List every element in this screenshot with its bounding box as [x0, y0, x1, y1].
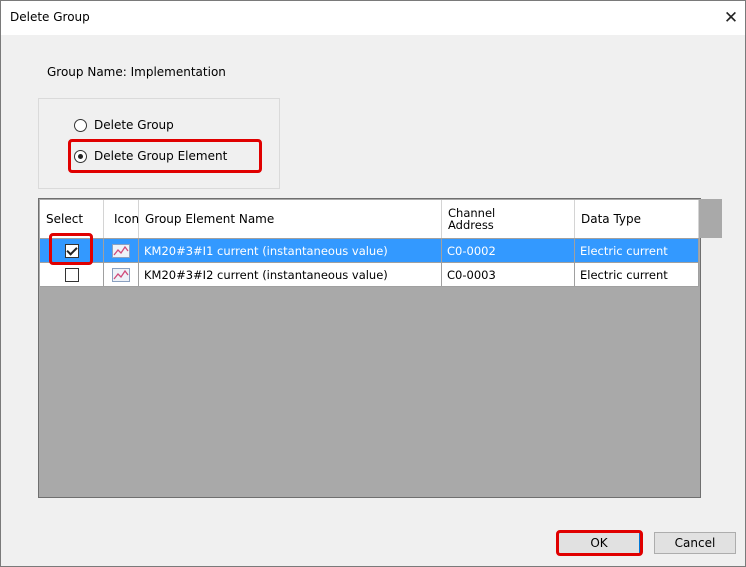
group-element-grid: Select Icon Group Element Name Channel A…: [38, 198, 701, 498]
table-row[interactable]: KM20#3#I2 current (instantaneous value) …: [40, 263, 699, 287]
channel-address-cell: C0-0002: [442, 239, 575, 263]
radio-button[interactable]: [74, 118, 87, 132]
ok-highlight-box: [556, 530, 643, 556]
radio-delete-group[interactable]: Delete Group: [74, 118, 174, 132]
select-cell[interactable]: [40, 263, 104, 287]
row-checkbox[interactable]: [64, 267, 79, 282]
header-address-line: Address: [448, 218, 494, 232]
data-type-cell: Electric current: [575, 239, 699, 263]
trend-chart-icon: [112, 267, 130, 282]
group-name-label: Group Name: Implementation: [47, 65, 226, 79]
radio-label-delete-group: Delete Group: [94, 118, 174, 132]
trend-chart-icon: [112, 243, 130, 258]
delete-group-dialog: Delete Group ✕ Group Name: Implementatio…: [0, 0, 746, 567]
cancel-button[interactable]: Cancel: [654, 532, 736, 554]
channel-address-cell: C0-0003: [442, 263, 575, 287]
table-row[interactable]: KM20#3#I1 current (instantaneous value) …: [40, 239, 699, 263]
header-data-type[interactable]: Data Type: [575, 200, 699, 238]
grid-header: Select Icon Group Element Name Channel A…: [40, 200, 699, 239]
checkbox-highlight-box: [49, 233, 93, 265]
title-bar: Delete Group ✕: [1, 1, 745, 35]
dialog-title: Delete Group: [10, 10, 90, 24]
header-channel-address[interactable]: Channel Address: [442, 200, 575, 238]
icon-cell: [104, 239, 139, 263]
icon-cell: [104, 263, 139, 287]
element-name-cell: KM20#3#I1 current (instantaneous value): [139, 239, 442, 263]
close-icon[interactable]: ✕: [717, 1, 745, 35]
radio-highlight-box: [68, 139, 262, 173]
header-icon[interactable]: Icon: [104, 200, 139, 238]
header-group-element-name[interactable]: Group Element Name: [139, 200, 442, 238]
data-type-cell: Electric current: [575, 263, 699, 287]
element-name-cell: KM20#3#I2 current (instantaneous value): [139, 263, 442, 287]
grid-header-scroll-area: [700, 199, 722, 238]
